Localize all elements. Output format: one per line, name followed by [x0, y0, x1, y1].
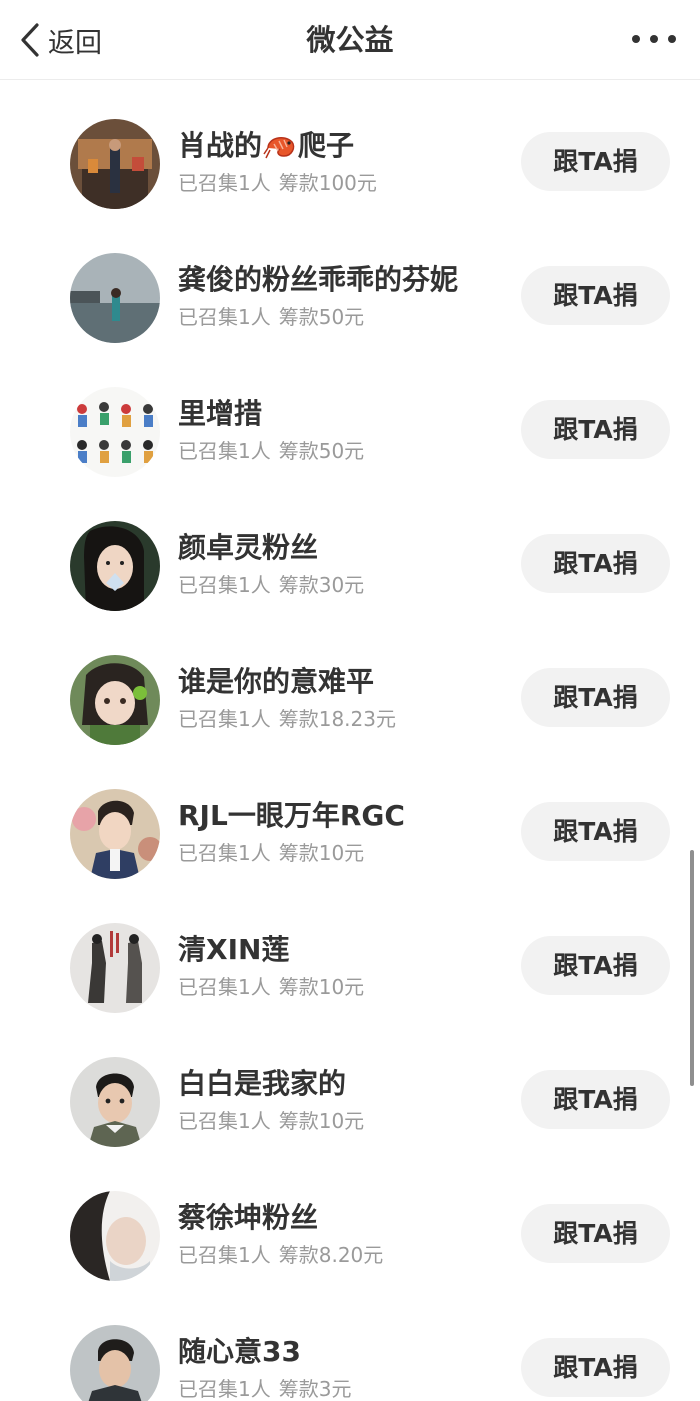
- more-options-icon[interactable]: [632, 28, 676, 50]
- raised-amount: 筹款30元: [278, 573, 365, 597]
- follow-donate-button[interactable]: 跟TA捐: [521, 400, 670, 459]
- follow-donate-button[interactable]: 跟TA捐: [521, 132, 670, 191]
- donor-row[interactable]: 清XIN莲 已召集1人 筹款10元 跟TA捐: [0, 881, 700, 1015]
- avatar: [70, 1325, 160, 1401]
- avatar: [70, 119, 160, 209]
- donor-stats: 已召集1人 筹款3元: [178, 1376, 351, 1401]
- follow-donate-button[interactable]: 跟TA捐: [521, 802, 670, 861]
- donor-row[interactable]: 谁是你的意难平 已召集1人 筹款18.23元 跟TA捐: [0, 613, 700, 747]
- avatar: [70, 387, 160, 477]
- avatar: [70, 521, 160, 611]
- donor-name: 肖战的 爬子: [178, 129, 355, 162]
- donor-name: 谁是你的意难平: [178, 665, 375, 698]
- follow-donate-button[interactable]: 跟TA捐: [521, 534, 670, 593]
- donor-row[interactable]: 里增措 已召集1人 筹款50元 跟TA捐: [0, 345, 700, 479]
- donor-row[interactable]: 白白是我家的 已召集1人 筹款10元 跟TA捐: [0, 1015, 700, 1149]
- collected-count: 已召集1人: [178, 573, 271, 597]
- donor-stats: 已召集1人 筹款50元: [178, 304, 364, 330]
- follow-donate-button[interactable]: 跟TA捐: [521, 1070, 670, 1129]
- donor-stats: 已召集1人 筹款100元: [178, 170, 377, 196]
- donor-name: 颜卓灵粉丝: [178, 531, 319, 564]
- navigation-bar: 返回 微公益: [0, 0, 700, 80]
- avatar: [70, 1191, 160, 1281]
- avatar: [70, 655, 160, 745]
- collected-count: 已召集1人: [178, 707, 271, 731]
- scrollbar[interactable]: [690, 850, 694, 1086]
- follow-donate-button[interactable]: 跟TA捐: [521, 266, 670, 325]
- collected-count: 已召集1人: [178, 171, 271, 195]
- donor-stats: 已召集1人 筹款10元: [178, 840, 364, 866]
- donor-name: 白白是我家的: [178, 1067, 347, 1100]
- raised-amount: 筹款8.20元: [278, 1243, 384, 1267]
- raised-amount: 筹款10元: [278, 975, 365, 999]
- donor-name: 蔡徐坤粉丝: [178, 1201, 319, 1234]
- donor-name: 清XIN莲: [178, 933, 290, 966]
- raised-amount: 筹款18.23元: [278, 707, 396, 731]
- raised-amount: 筹款100元: [278, 171, 377, 195]
- donor-name: 龚俊的粉丝乖乖的芬妮: [178, 263, 459, 296]
- follow-donate-button[interactable]: 跟TA捐: [521, 936, 670, 995]
- donor-stats: 已召集1人 筹款18.23元: [178, 706, 396, 732]
- follow-donate-button[interactable]: 跟TA捐: [521, 668, 670, 727]
- raised-amount: 筹款3元: [278, 1377, 352, 1401]
- donor-stats: 已召集1人 筹款30元: [178, 572, 364, 598]
- shrimp-emoji-icon: [262, 132, 298, 162]
- follow-donate-button[interactable]: 跟TA捐: [521, 1338, 670, 1397]
- donor-stats: 已召集1人 筹款10元: [178, 974, 364, 1000]
- donor-name: RJL一眼万年RGC: [178, 799, 405, 832]
- donor-row[interactable]: RJL一眼万年RGC 已召集1人 筹款10元 跟TA捐: [0, 747, 700, 881]
- donor-stats: 已召集1人 筹款10元: [178, 1108, 364, 1134]
- donor-name: 随心意33: [178, 1335, 301, 1368]
- collected-count: 已召集1人: [178, 975, 271, 999]
- raised-amount: 筹款50元: [278, 305, 365, 329]
- raised-amount: 筹款10元: [278, 1109, 365, 1133]
- donor-list: 肖战的 爬子 已召集1人 筹款100元 跟TA捐 龚俊的粉丝乖乖的芬妮 已召集1人筹…: [0, 80, 700, 1401]
- raised-amount: 筹款50元: [278, 439, 365, 463]
- donor-row[interactable]: 肖战的 爬子 已召集1人 筹款100元 跟TA捐: [0, 80, 700, 211]
- donor-stats: 已召集1人 筹款8.20元: [178, 1242, 383, 1268]
- avatar: [70, 1057, 160, 1147]
- page-title: 微公益: [306, 23, 394, 57]
- donor-row[interactable]: 龚俊的粉丝乖乖的芬妮 已召集1人 筹款50元 跟TA捐: [0, 211, 700, 345]
- collected-count: 已召集1人: [178, 1377, 271, 1401]
- donor-name: 里增措: [178, 397, 263, 430]
- avatar: [70, 253, 160, 343]
- avatar: [70, 789, 160, 879]
- raised-amount: 筹款10元: [278, 841, 365, 865]
- collected-count: 已召集1人: [178, 841, 271, 865]
- collected-count: 已召集1人: [178, 1243, 271, 1267]
- donor-row[interactable]: 随心意33 已召集1人 筹款3元 跟TA捐: [0, 1283, 700, 1401]
- collected-count: 已召集1人: [178, 1109, 271, 1133]
- collected-count: 已召集1人: [178, 439, 271, 463]
- avatar: [70, 923, 160, 1013]
- collected-count: 已召集1人: [178, 305, 271, 329]
- donor-stats: 已召集1人 筹款50元: [178, 438, 364, 464]
- donor-row[interactable]: 颜卓灵粉丝 已召集1人 筹款30元 跟TA捐: [0, 479, 700, 613]
- donor-row[interactable]: 蔡徐坤粉丝 已召集1人 筹款8.20元 跟TA捐: [0, 1149, 700, 1283]
- follow-donate-button[interactable]: 跟TA捐: [521, 1204, 670, 1263]
